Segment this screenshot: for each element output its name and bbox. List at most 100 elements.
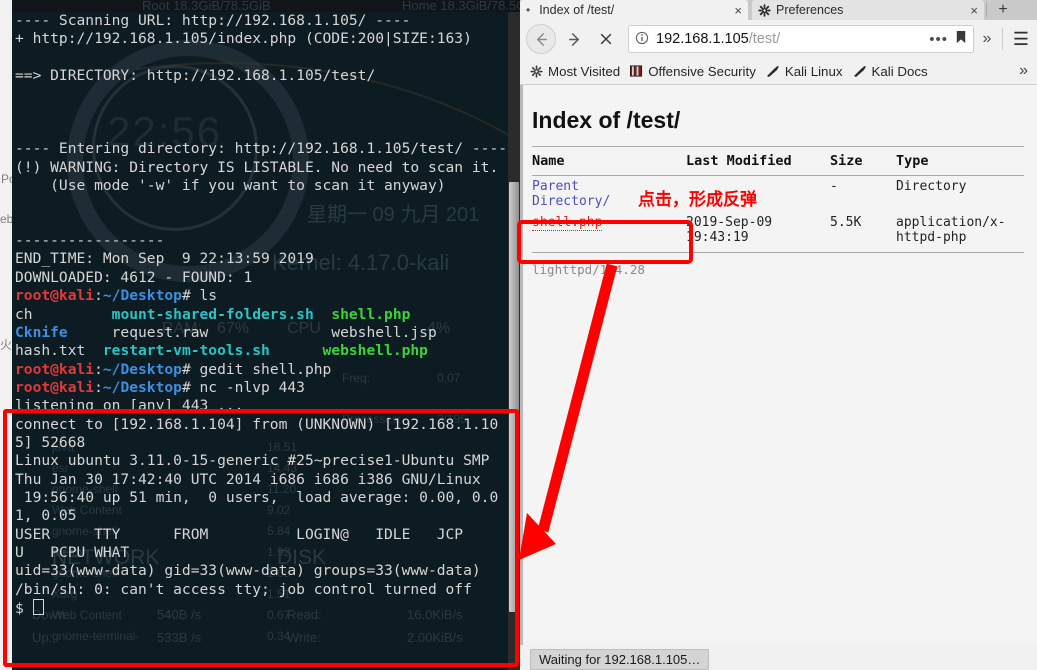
table-row[interactable]: shell.php 2019-Sep-09 19:43:19 5.5K applica… <box>532 212 1024 253</box>
url-path: /test/ <box>748 31 781 47</box>
terminal-scrollbar[interactable] <box>508 12 520 670</box>
bookmark-label: Kali Docs <box>871 63 928 79</box>
column-header-type: Type <box>896 146 1024 176</box>
browser-tab[interactable]: • Index of /test/ × <box>520 0 748 20</box>
terminal-text: U PCPU WHAT <box>15 543 130 561</box>
page-actions-button[interactable]: ••• <box>929 31 948 48</box>
terminal-output[interactable]: ---- Scanning URL: http://192.168.1.105/… <box>12 12 511 617</box>
terminal-line: + http://192.168.1.105/index.php (CODE:2… <box>15 30 511 48</box>
annotation-chinese-note: 点击，形成反弹 <box>638 190 757 210</box>
tab-close-icon[interactable]: × <box>970 3 978 18</box>
terminal-text: ----------------- <box>15 232 165 250</box>
terminal-text: 1, 0.05 <box>15 507 77 525</box>
terminal-text: uid=33(www-data) gid=33(www-data) groups… <box>15 562 481 580</box>
terminal-line: 19:56:40 up 51 min, 0 users, load averag… <box>15 489 511 507</box>
browser-tab[interactable]: Preferences × <box>752 0 984 20</box>
cell-size: - <box>830 179 838 194</box>
terminal-cursor <box>32 599 44 615</box>
terminal-line: Thu Jan 30 17:42:40 UTC 2014 i686 i686 i… <box>15 471 511 489</box>
url-bar[interactable]: 192.168.1.105/test/ ••• <box>628 25 974 53</box>
terminal-text: Linux ubuntu 3.11.0-15-generic #25~preci… <box>15 452 490 470</box>
terminal-line: ---- Scanning URL: http://192.168.1.105/… <box>15 12 511 30</box>
cell-size: 5.5K <box>830 212 896 253</box>
terminal-text: ==> DIRECTORY: http://192.168.1.105/test… <box>15 67 376 85</box>
link-parent-directory[interactable]: Parent Directory/ <box>532 179 618 209</box>
terminal-text: # ls <box>181 287 218 305</box>
terminal-line: (!) WARNING: Directory IS LISTABLE. No n… <box>15 159 511 177</box>
conky-write-value: 2.00KiB/s <box>407 630 463 645</box>
back-button[interactable] <box>526 24 556 54</box>
terminal-text: DOWNLOADED: 4612 - FOUND: 1 <box>15 268 253 286</box>
link-shell-php[interactable]: shell.php <box>532 215 603 231</box>
terminal-line: root@kali:~/Desktop# nc -nlvp 443 <box>15 379 511 397</box>
forward-arrow-icon <box>568 32 579 46</box>
browser-tabbar[interactable]: • Index of /test/ × Preferences × + <box>520 0 1037 20</box>
browser-navbar[interactable]: 192.168.1.105/test/ ••• » ☰ <box>520 20 1037 59</box>
page-viewport[interactable]: Index of /test/ Name Last Modified Size … <box>520 85 1037 645</box>
terminal-line: END_TIME: Mon Sep 9 22:13:59 2019 <box>15 250 511 268</box>
new-tab-button[interactable]: + <box>990 0 1016 20</box>
terminal-text: 19:56:40 up 51 min, 0 users, load averag… <box>15 488 499 506</box>
close-icon <box>600 33 612 45</box>
terminal-text: webshell.php <box>322 342 428 360</box>
tab-close-icon[interactable]: × <box>734 3 742 18</box>
page-info-icon[interactable] <box>635 31 649 48</box>
menu-button[interactable]: ☰ <box>1005 29 1037 50</box>
cell-type: Directory <box>896 179 967 194</box>
bookmark-label: Offensive Security <box>648 63 756 79</box>
terminal-line: U PCPU WHAT <box>15 544 511 562</box>
terminal-window[interactable]: Root 18.3GiB/78.5GiB Home 18.3GiB/78.5Gi… <box>12 0 520 670</box>
terminal-line: ==> DIRECTORY: http://192.168.1.105/test… <box>15 67 511 85</box>
conky-up-label: Up: <box>32 630 53 645</box>
terminal-text: ~/Desktop <box>102 360 182 378</box>
terminal-text: (Use mode '-w' if you want to scan it an… <box>15 177 446 195</box>
terminal-text: ~/Desktop <box>102 378 182 396</box>
terminal-line: ----------------- <box>15 232 511 250</box>
terminal-text: $ <box>15 600 33 617</box>
terminal-text: : <box>94 287 103 305</box>
server-signature: lighttpd/1.4.28 <box>532 262 645 277</box>
terminal-text: root@kali <box>15 287 95 305</box>
terminal-line: /bin/sh: 0: can't access tty; job contro… <box>15 581 511 599</box>
terminal-text: : <box>94 378 103 396</box>
terminal-text: # gedit shell.php <box>181 360 332 378</box>
terminal-line: USER TTY FROM LOGIN@ IDLE JCP <box>15 526 511 544</box>
toolbar-overflow-button[interactable]: » <box>974 30 1000 48</box>
terminal-line: 5] 52668 <box>15 434 511 452</box>
bookmark-label: Kali Linux <box>784 63 843 79</box>
conky-up-value: 533B /s <box>157 630 202 645</box>
terminal-line: ch mount-shared-folders.sh shell.php <box>15 306 511 324</box>
terminal-line: hash.txt restart-vm-tools.sh webshell.ph… <box>15 342 511 360</box>
browser-window[interactable]: • Index of /test/× Preferences × + 192.1… <box>520 0 1037 670</box>
bookmark-icon[interactable] <box>955 30 967 48</box>
browser-tab-title: Index of /test/ <box>539 3 615 17</box>
terminal-scrollbar-thumb[interactable] <box>509 182 519 612</box>
bookmark-item[interactable]: Offensive Security <box>630 64 756 79</box>
url-host: 192.168.1.105 <box>656 31 749 47</box>
dragon-icon <box>766 65 780 78</box>
cell-type: application/x-httpd-php <box>896 212 1024 253</box>
forward-button[interactable] <box>560 25 588 53</box>
table-row[interactable]: Parent Directory/ - Directory <box>532 176 1024 213</box>
column-header-size: Size <box>830 146 896 176</box>
url-input[interactable]: 192.168.1.105/test/ <box>656 31 780 47</box>
terminal-line: connect to [192.168.1.104] from (UNKNOWN… <box>15 416 511 434</box>
terminal-text: connect to [192.168.1.104] from (UNKNOWN… <box>15 415 499 433</box>
terminal-line: Cknife request.raw webshell.jsp <box>15 324 511 342</box>
terminal-text: shell.php <box>331 305 411 323</box>
bookmarks-overflow-button[interactable]: » <box>1019 62 1028 80</box>
bookmark-item[interactable]: Kali Linux <box>766 64 843 79</box>
terminal-line: (Use mode '-w' if you want to scan it an… <box>15 177 511 195</box>
conky-write-label: Write: <box>287 630 321 645</box>
bookmarks-bar[interactable]: Most Visited Offensive Security Kali Linux… <box>520 58 1037 85</box>
bookmark-item[interactable]: Most Visited <box>530 64 620 79</box>
bookmark-item[interactable]: Kali Docs <box>853 64 928 79</box>
terminal-text: ~/Desktop <box>102 287 182 305</box>
terminal-titlebar <box>12 0 520 12</box>
terminal-line: root@kali:~/Desktop# gedit shell.php <box>15 361 511 379</box>
terminal-text: ---- Entering directory: http://192.168.… <box>15 140 508 158</box>
terminal-text: Thu Jan 30 17:42:40 UTC 2014 i686 i686 i… <box>15 470 481 488</box>
stop-button[interactable] <box>592 25 620 53</box>
terminal-text: restart-vm-tools.sh <box>102 342 270 360</box>
